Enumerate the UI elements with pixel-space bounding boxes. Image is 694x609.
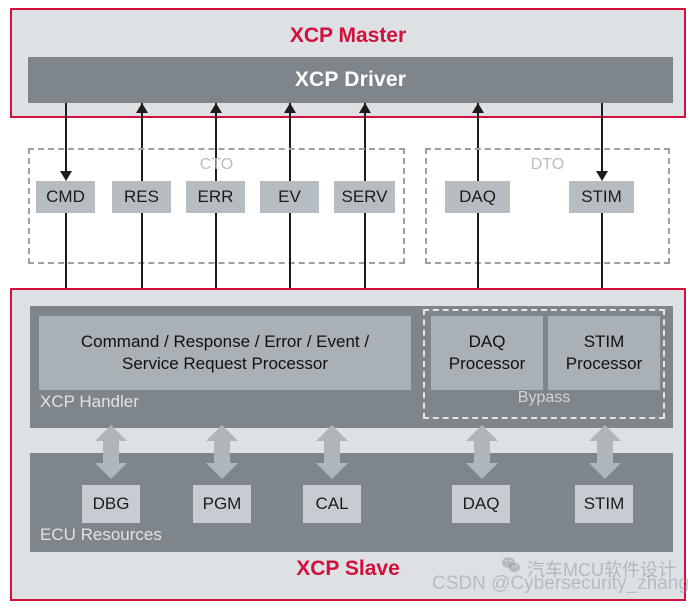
packet-chip-res[interactable]: RES [112,181,171,213]
main-request-processor-box[interactable]: Command / Response / Error / Event / Ser… [39,316,411,390]
dblarrow-stim-head-dn [589,463,621,479]
main-processor-line2: Service Request Processor [122,354,328,373]
xcp-master-title: XCP Master [289,24,407,47]
ecu-chip-stim[interactable]: STIM [575,485,633,523]
arrowhead-ev-up [284,103,296,113]
stim-processor-box[interactable]: STIM Processor [548,316,660,390]
packet-chip-err[interactable]: ERR [186,181,245,213]
ecu-chip-daq[interactable]: DAQ [452,485,510,523]
dto-group-label: DTO [530,156,565,173]
xcp-driver-bar: XCP Driver [28,57,673,103]
packet-chip-cmd[interactable]: CMD [36,181,95,213]
daq-processor-line2: Processor [448,354,526,373]
dblarrow-dbg-head-dn [95,463,127,479]
dblarrow-daq-head-dn [466,463,498,479]
bypass-group-label: Bypass [517,389,571,406]
diagram-canvas: XCP Master XCP Driver CTO CMD RES ERR EV… [0,0,694,609]
dblarrow-daq-shaft [474,441,490,463]
packet-chip-daq[interactable]: DAQ [445,181,510,213]
dblarrow-dbg-head-up [95,425,127,441]
dblarrow-pgm-shaft [214,441,230,463]
dblarrow-stim-head-up [589,425,621,441]
dblarrow-cal-head-dn [316,463,348,479]
xcp-slave-title: XCP Slave [296,557,400,580]
dblarrow-stim-shaft [597,441,613,463]
dblarrow-pgm-head-up [206,425,238,441]
arrowhead-res-up [136,103,148,113]
dblarrow-cal-head-up [316,425,348,441]
dblarrow-daq-head-up [466,425,498,441]
ecu-chip-dbg[interactable]: DBG [82,485,140,523]
ecu-chip-pgm[interactable]: PGM [193,485,251,523]
daq-processor-box[interactable]: DAQ Processor [431,316,543,390]
ecu-resources-label: ECU Resources [40,525,162,544]
arrowhead-err-up [210,103,222,113]
ecu-chip-cal[interactable]: CAL [303,485,361,523]
xcp-driver-label: XCP Driver [294,68,407,91]
xcp-handler-label: XCP Handler [40,392,139,411]
stim-processor-line1: STIM [583,332,625,351]
stim-processor-line2: Processor [565,354,643,373]
packet-chip-ev[interactable]: EV [260,181,319,213]
packet-chip-serv[interactable]: SERV [334,181,395,213]
main-processor-line1: Command / Response / Error / Event / [80,332,370,351]
arrowhead-serv-up [359,103,371,113]
arrowhead-daq-up [472,103,484,113]
packet-chip-stim[interactable]: STIM [569,181,634,213]
dblarrow-pgm-head-dn [206,463,238,479]
daq-processor-line1: DAQ [468,332,506,351]
dblarrow-dbg-shaft [103,441,119,463]
dblarrow-cal-shaft [324,441,340,463]
cto-group-label: CTO [199,156,234,173]
